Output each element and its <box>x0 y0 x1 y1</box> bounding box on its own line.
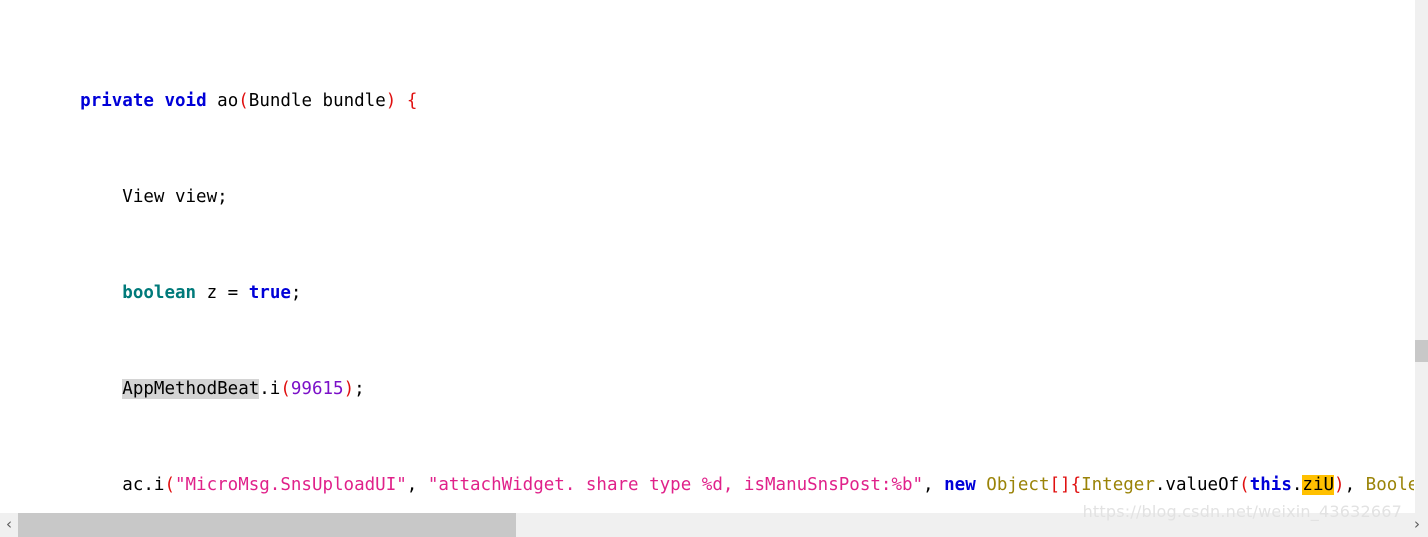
code-line: private void ao(Bundle bundle) { <box>80 91 418 111</box>
scroll-left-arrow-icon[interactable]: ‹ <box>0 513 18 537</box>
horizontal-scrollbar-thumb[interactable] <box>18 513 516 537</box>
code-line: ac.i("MicroMsg.SnsUploadUI", "attachWidg… <box>38 475 1414 495</box>
occurrence-highlight: AppMethodBeat <box>122 379 260 399</box>
code-line: boolean z = true; <box>122 283 302 303</box>
vertical-scrollbar-thumb[interactable] <box>1415 340 1428 362</box>
watermark-text: https://blog.csdn.net/weixin_43632667 <box>1082 502 1402 521</box>
vertical-scrollbar[interactable] <box>1414 0 1428 513</box>
code-editor-surface[interactable]: private void ao(Bundle bundle) { View vi… <box>0 0 1414 513</box>
code-line: AppMethodBeat.i(99615); <box>122 379 365 399</box>
search-match-highlight: ziU <box>1302 475 1335 495</box>
code-viewer-window: private void ao(Bundle bundle) { View vi… <box>0 0 1428 537</box>
scroll-right-arrow-icon[interactable]: › <box>1406 513 1428 537</box>
code-line: View view; <box>38 187 228 207</box>
code-lines-container: private void ao(Bundle bundle) { View vi… <box>38 17 1414 513</box>
